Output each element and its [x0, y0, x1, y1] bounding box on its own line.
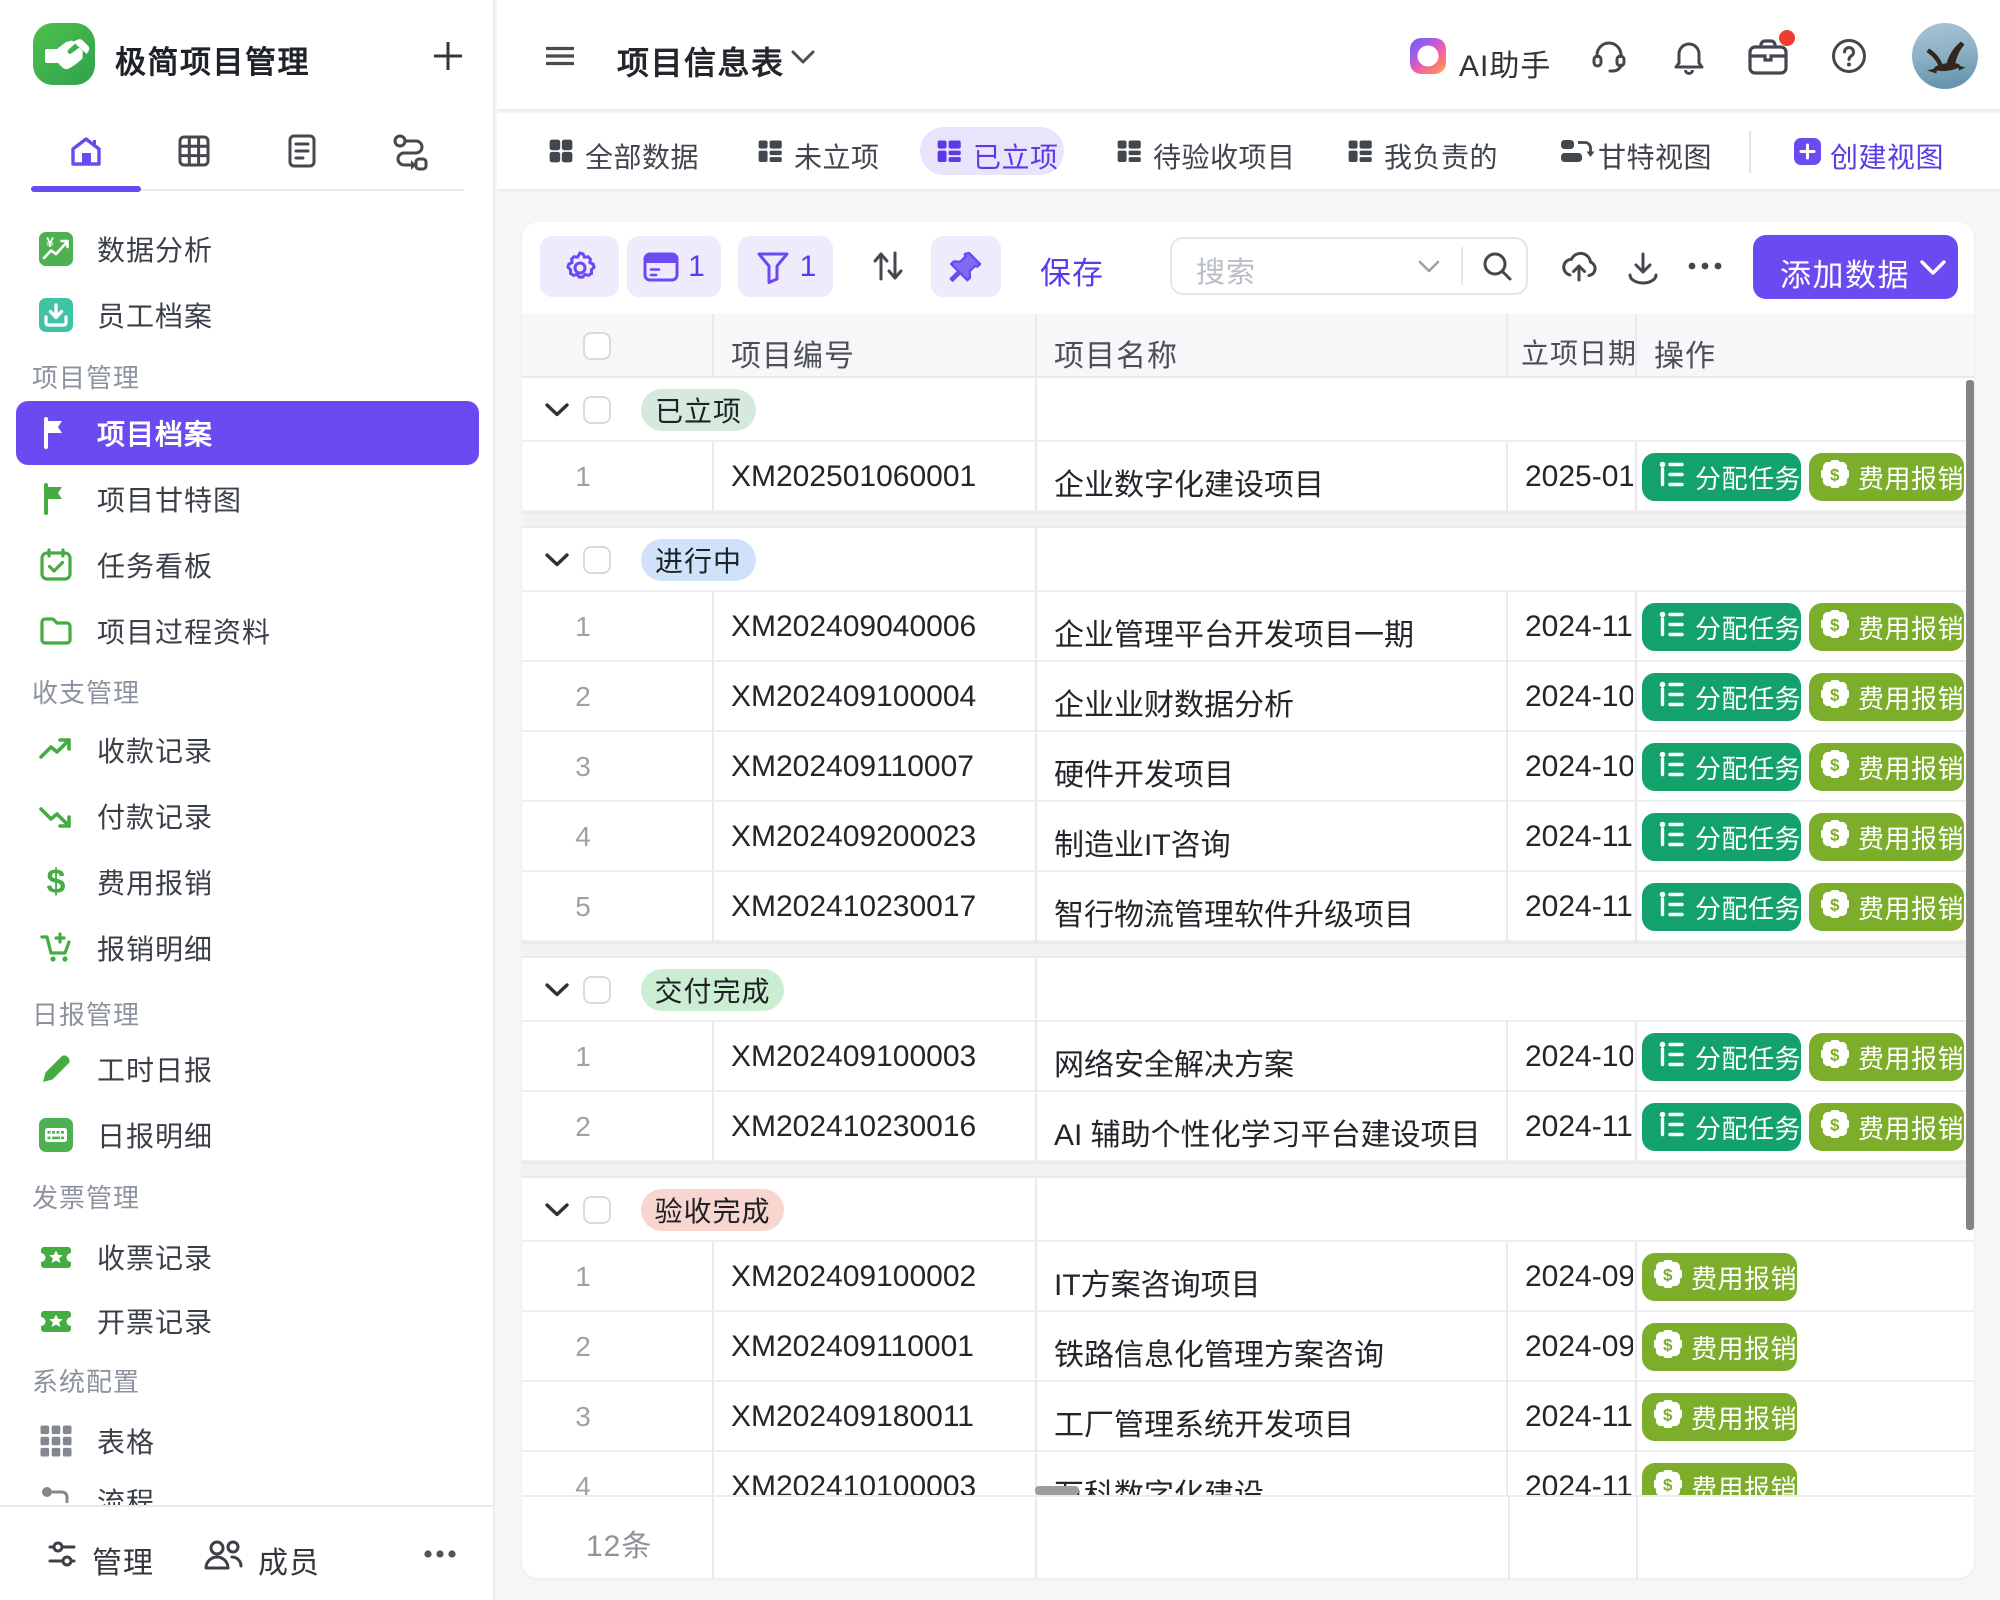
svg-text:$: $	[1830, 1115, 1840, 1134]
svg-text:$: $	[1663, 1405, 1673, 1424]
svg-text:$: $	[1663, 1475, 1673, 1494]
svg-text:$: $	[1830, 1045, 1840, 1064]
svg-text:$: $	[1663, 1265, 1673, 1284]
svg-text:$: $	[1830, 615, 1840, 634]
svg-text:$: $	[1830, 685, 1840, 704]
svg-text:$: $	[1830, 755, 1840, 774]
svg-text:¥: ¥	[46, 234, 54, 250]
svg-text:$: $	[1663, 1335, 1673, 1354]
svg-text:$: $	[1830, 465, 1840, 484]
svg-text:$: $	[1830, 825, 1840, 844]
svg-text:$: $	[1830, 895, 1840, 914]
